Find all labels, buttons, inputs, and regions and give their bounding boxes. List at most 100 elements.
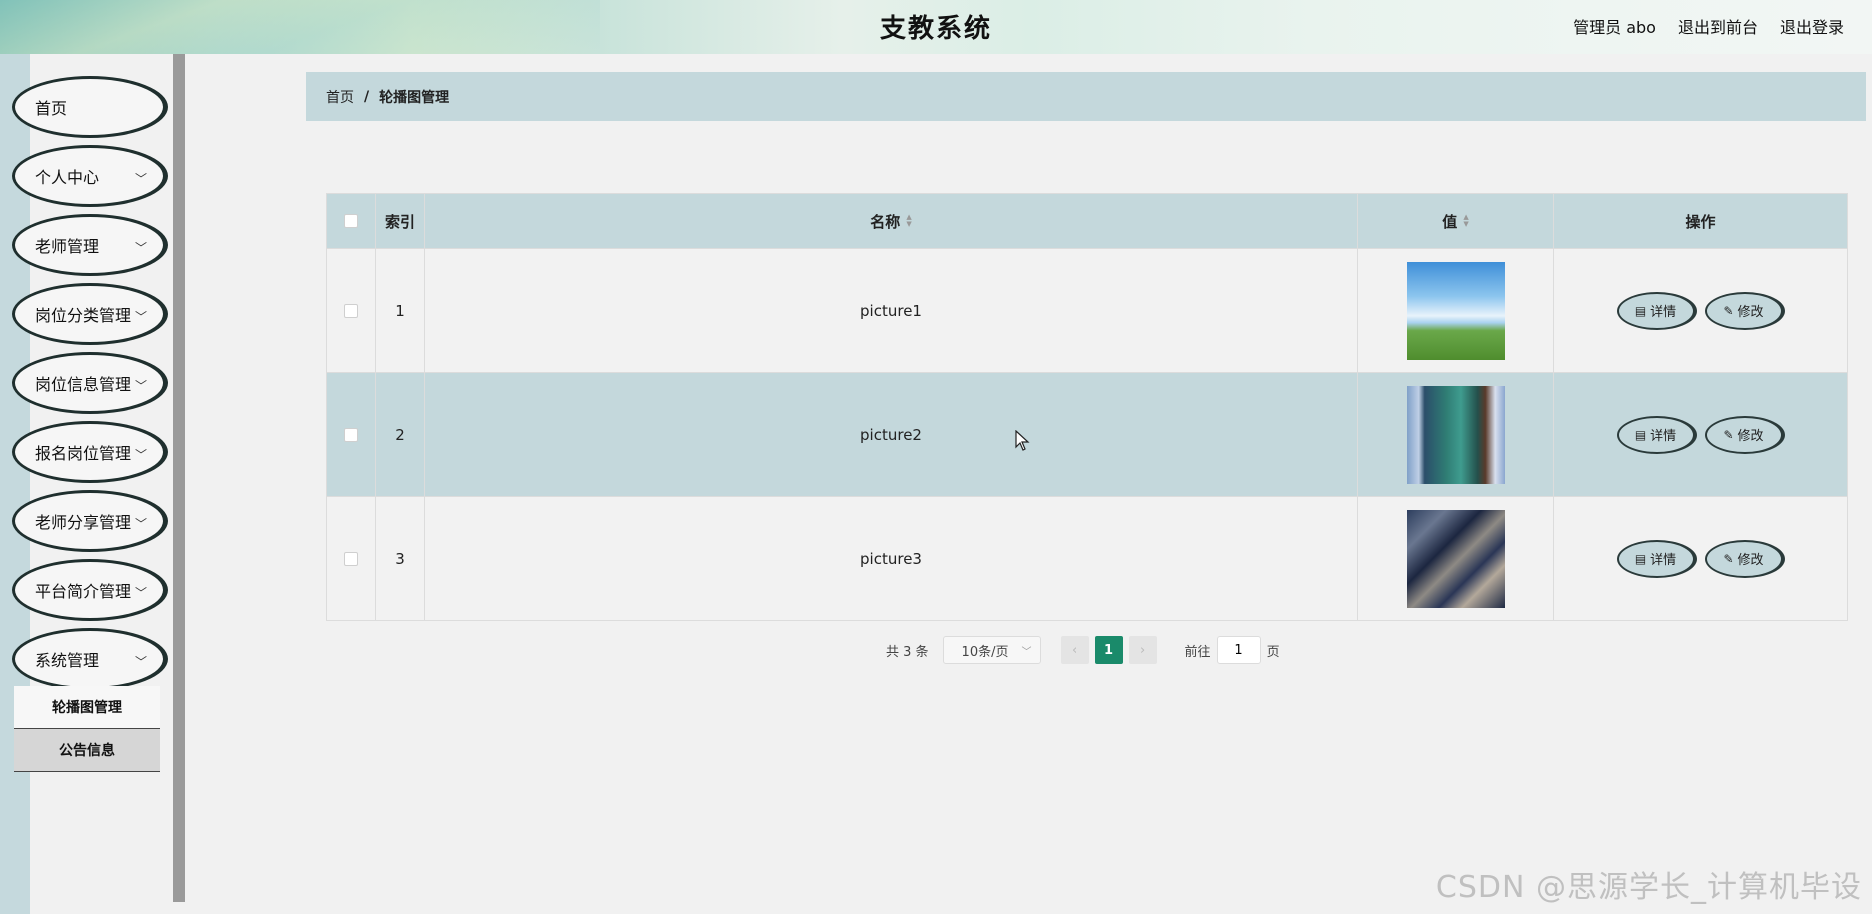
sort-icon[interactable]: ▲ ▼ [906, 214, 911, 228]
chevron-down-icon: ﹀ [134, 241, 147, 255]
header-select-cell [327, 194, 376, 248]
document-icon: ▤ [1634, 427, 1647, 442]
prev-page-button[interactable]: ‹ [1060, 636, 1089, 664]
sidebar-item-system[interactable]: 系统管理 ﹀ [12, 628, 168, 690]
goto-prefix: 前往 [1184, 644, 1211, 660]
breadcrumb-home[interactable]: 首页 [326, 87, 354, 107]
row-name: picture3 [860, 549, 922, 568]
detail-button-label: 详情 [1650, 553, 1677, 568]
chevron-down-icon: ﹀ [134, 379, 147, 393]
carousel-table: 索引 名称 ▲ ▼ 值 ▲ ▼ 操作 1 picture1 ▤ 详情 ✎ 修改 2 pi… [326, 193, 1848, 621]
detail-button[interactable]: ▤ 详情 [1616, 291, 1697, 330]
page-number-button[interactable]: 1 [1094, 636, 1123, 664]
edit-button[interactable]: ✎ 修改 [1704, 539, 1785, 578]
edit-button-label: 修改 [1737, 553, 1764, 568]
edit-button[interactable]: ✎ 修改 [1704, 415, 1785, 454]
detail-button-label: 详情 [1650, 305, 1677, 320]
sidebar: 首页 个人中心 ﹀ 老师管理 ﹀ 岗位分类管理 ﹀ 岗位信息管理 ﹀ 报名岗位管… [0, 54, 186, 914]
sort-icon[interactable]: ▲ ▼ [1463, 214, 1468, 228]
header-user-links: 管理员 abo 退出到前台 退出登录 [1573, 14, 1844, 38]
admin-user-label: 管理员 abo [1573, 18, 1656, 37]
pencil-icon: ✎ [1723, 427, 1734, 442]
pencil-icon: ✎ [1723, 551, 1734, 566]
chevron-down-icon: ﹀ [1021, 647, 1032, 658]
edit-button-label: 修改 [1737, 305, 1764, 320]
next-page-button[interactable]: › [1128, 636, 1157, 664]
sky-grass-image [1406, 261, 1505, 360]
sidebar-item-label: 老师管理 [35, 237, 100, 256]
detail-button[interactable]: ▤ 详情 [1616, 539, 1697, 578]
sidebar-item-label: 平台简介管理 [35, 582, 132, 601]
detail-button[interactable]: ▤ 详情 [1616, 415, 1697, 454]
page-size-value: 10条/页 [961, 644, 1009, 660]
table-row: 2 picture2 ▤ 详情 ✎ 修改 [327, 372, 1847, 496]
header-name-cell[interactable]: 名称 ▲ ▼ [425, 194, 1358, 248]
column-header-name: 名称 [870, 212, 901, 231]
chevron-down-icon: ﹀ [134, 655, 147, 669]
row-checkbox[interactable] [344, 427, 358, 442]
exit-to-front-link[interactable]: 退出到前台 [1678, 14, 1758, 38]
chevron-down-icon: ﹀ [134, 517, 147, 531]
pagination: 共 3 条 10条/页 ﹀ ‹ 1 › 前往 页 [886, 636, 1280, 664]
table-row: 1 picture1 ▤ 详情 ✎ 修改 [327, 248, 1847, 372]
row-name: picture1 [860, 301, 922, 320]
chevron-down-icon: ﹀ [134, 586, 147, 600]
column-header-actions: 操作 [1685, 212, 1716, 231]
row-name: picture2 [860, 425, 922, 444]
sidebar-item-label: 岗位分类管理 [35, 306, 132, 325]
sidebar-item-label: 报名岗位管理 [35, 444, 132, 463]
goto-suffix: 页 [1266, 644, 1280, 660]
goto-page-input[interactable] [1216, 636, 1261, 664]
page-size-select[interactable]: 10条/页 ﹀ [942, 636, 1041, 664]
sidebar-item-home[interactable]: 首页 [12, 76, 168, 138]
chevron-left-icon: ‹ [1071, 642, 1078, 658]
edit-button[interactable]: ✎ 修改 [1704, 291, 1785, 330]
sidebar-subitem-label: 轮播图管理 [52, 700, 122, 716]
chevron-down-icon: ﹀ [134, 310, 147, 324]
document-icon: ▤ [1634, 303, 1647, 318]
sidebar-subitem-notice[interactable]: 公告信息 [14, 729, 160, 772]
sidebar-item-teacher-management[interactable]: 老师管理 ﹀ [12, 214, 168, 276]
mouse-cursor-icon [1015, 430, 1030, 451]
select-all-checkbox[interactable] [344, 214, 358, 228]
sidebar-subitem-carousel[interactable]: 轮播图管理 [14, 686, 160, 729]
row-checkbox[interactable] [344, 551, 358, 566]
breadcrumb-current: 轮播图管理 [379, 89, 450, 106]
header-actions-cell: 操作 [1554, 194, 1847, 248]
pagination-total: 共 3 条 [886, 644, 929, 660]
sidebar-item-application[interactable]: 报名岗位管理 ﹀ [12, 421, 168, 483]
column-header-index: 索引 [384, 212, 415, 231]
document-icon: ▤ [1634, 551, 1647, 566]
detail-button-label: 详情 [1650, 429, 1677, 444]
desks-image [1406, 509, 1505, 608]
column-header-value: 值 [1442, 212, 1458, 231]
sidebar-item-label: 老师分享管理 [35, 513, 132, 532]
chevron-down-icon: ﹀ [134, 448, 147, 462]
sidebar-item-teacher-share[interactable]: 老师分享管理 ﹀ [12, 490, 168, 552]
sidebar-item-position-info[interactable]: 岗位信息管理 ﹀ [12, 352, 168, 414]
breadcrumb: 首页 / 轮播图管理 [306, 72, 1866, 121]
chevron-right-icon: › [1139, 642, 1146, 658]
watermark-text: CSDN @思源学长_计算机毕设 [1435, 870, 1862, 905]
sidebar-item-label: 首页 [35, 99, 68, 118]
row-index: 2 [395, 425, 405, 444]
chevron-down-icon: ﹀ [134, 172, 147, 186]
sidebar-item-label: 系统管理 [35, 651, 100, 670]
sidebar-item-position-category[interactable]: 岗位分类管理 ﹀ [12, 283, 168, 345]
row-index: 3 [395, 549, 405, 568]
row-checkbox[interactable] [344, 303, 358, 318]
sidebar-item-platform-intro[interactable]: 平台简介管理 ﹀ [12, 559, 168, 621]
classroom-image [1406, 385, 1505, 484]
top-header: 支教系统 管理员 abo 退出到前台 退出登录 [0, 0, 1872, 54]
table-row: 3 picture3 ▤ 详情 ✎ 修改 [327, 496, 1847, 620]
sidebar-item-personal-center[interactable]: 个人中心 ﹀ [12, 145, 168, 207]
header-value-cell[interactable]: 值 ▲ ▼ [1358, 194, 1554, 248]
header-index-cell: 索引 [376, 194, 425, 248]
pencil-icon: ✎ [1723, 303, 1734, 318]
sidebar-scrollbar[interactable] [173, 54, 185, 902]
sidebar-item-label: 个人中心 [35, 168, 100, 187]
sidebar-subitem-label: 公告信息 [59, 743, 115, 759]
breadcrumb-separator: / [364, 88, 370, 105]
logout-link[interactable]: 退出登录 [1780, 14, 1844, 38]
row-index: 1 [395, 301, 405, 320]
